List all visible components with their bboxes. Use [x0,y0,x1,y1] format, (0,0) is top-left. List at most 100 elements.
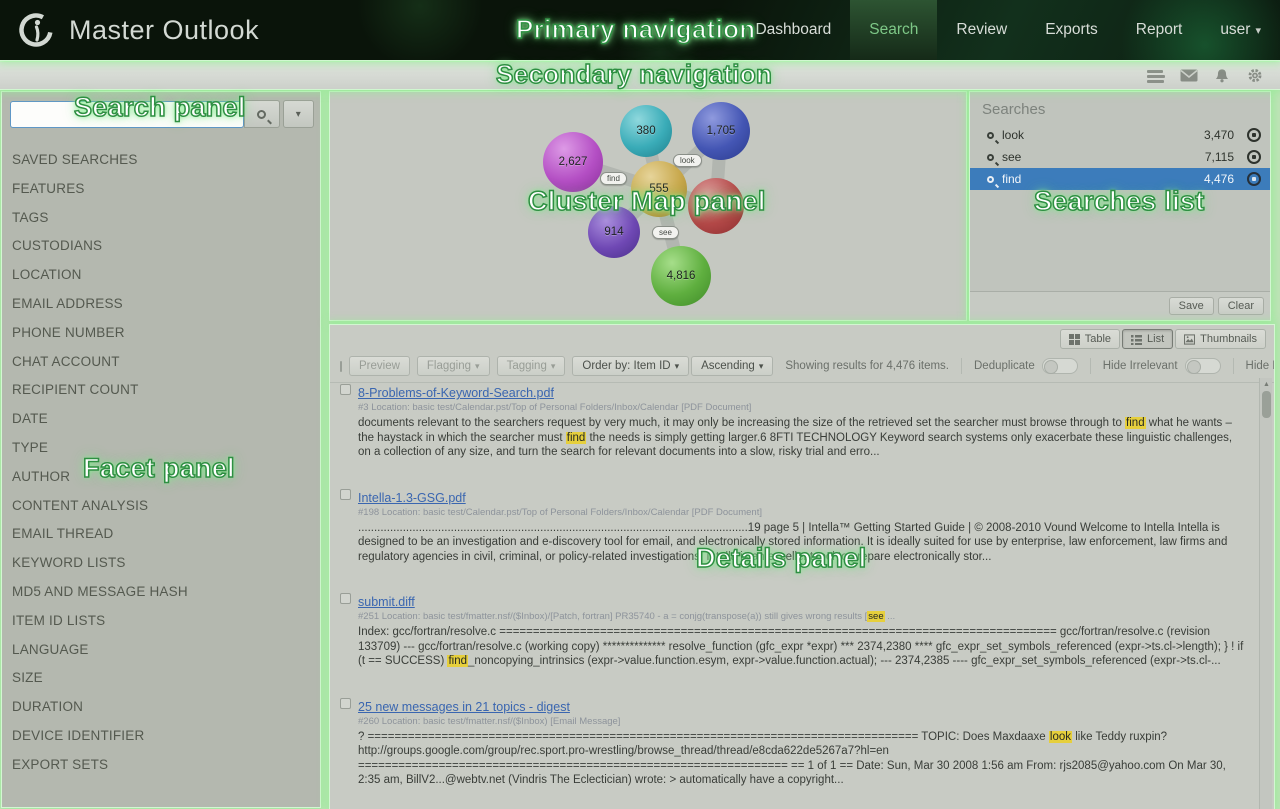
searches-footer: Save Clear [970,291,1270,320]
result-snippet: ? ======================================… [358,730,1245,788]
result-meta: #198 Location: basic test/Calendar.pst/T… [358,507,1245,518]
search-row-find-selected[interactable]: find 4,476 [970,168,1270,190]
result-sets-icon[interactable] [1147,68,1165,83]
cluster-bubble-380[interactable]: 380 [620,105,672,157]
search-icon [987,132,994,139]
result-title-link[interactable]: submit.diff [358,595,415,609]
search-options-dropdown[interactable]: ▾ [283,100,314,128]
hide-irrelevant-toggle[interactable] [1185,358,1221,374]
result-snippet: Index: gcc/fortran/resolve.c ===========… [358,625,1245,669]
app-title: Master Outlook [69,15,259,46]
remove-search-icon[interactable] [1247,128,1261,142]
nav-item-user-menu[interactable]: user ▾ [1201,0,1280,60]
mail-icon[interactable] [1180,68,1198,83]
table-icon [1069,334,1080,345]
tagging-dropdown[interactable]: Tagging▾ [497,356,566,376]
select-all-checkbox[interactable] [340,361,342,372]
facet-panel: SAVED SEARCHES FEATURES TAGS CUSTODIANS … [2,146,320,780]
result-meta: #3 Location: basic test/Calendar.pst/Top… [358,402,1245,413]
bell-icon[interactable] [1213,68,1231,83]
nav-item-search[interactable]: Search [850,0,937,60]
result-checkbox[interactable] [340,384,351,395]
searches-title: Searches [970,92,1270,124]
facet-item-size[interactable]: SIZE [2,664,320,693]
facet-item-keyword-lists[interactable]: KEYWORD LISTS [2,549,320,578]
result-checkbox[interactable] [340,698,351,709]
facet-item-item-id-lists[interactable]: ITEM ID LISTS [2,607,320,636]
search-icon [257,110,266,119]
deduplicate-toggle[interactable] [1042,358,1078,374]
facet-item-language[interactable]: LANGUAGE [2,636,320,665]
sort-direction-dropdown[interactable]: Ascending▾ [691,356,773,376]
hide-non-inclusive-label: Hide Non-Inclusive [1246,360,1274,372]
cluster-bubble-2627[interactable]: 2,627 [543,132,603,192]
facet-item-location[interactable]: LOCATION [2,261,320,290]
chevron-down-icon: ▾ [551,361,556,371]
search-count: 3,470 [1204,128,1234,142]
facet-item-saved-searches[interactable]: SAVED SEARCHES [2,146,320,175]
cluster-bubble-4816[interactable]: 4,816 [651,246,711,306]
hide-irrelevant-control: Hide Irrelevant [1090,358,1233,374]
facet-item-author[interactable]: AUTHOR [2,463,320,492]
search-row-look[interactable]: look 3,470 [970,124,1270,146]
nav-item-exports[interactable]: Exports [1026,0,1117,60]
facet-item-custodians[interactable]: CUSTODIANS [2,232,320,261]
table-view-button[interactable]: Table [1060,329,1120,349]
keyword-highlight: look [1049,731,1072,743]
cluster-bubble-830[interactable]: 830 [688,178,744,234]
thumbnails-view-label: Thumbnails [1200,333,1257,345]
facet-item-phone-number[interactable]: PHONE NUMBER [2,319,320,348]
result-snippet: ........................................… [358,521,1245,565]
scrollbar-thumb[interactable] [1262,391,1271,418]
nav-item-review[interactable]: Review [937,0,1026,60]
facet-item-md5-hash[interactable]: MD5 AND MESSAGE HASH [2,578,320,607]
remove-search-icon[interactable] [1247,172,1261,186]
nav-item-dashboard[interactable]: Dashboard [736,0,850,60]
list-view-button[interactable]: List [1122,329,1173,349]
flagging-dropdown[interactable]: Flagging▾ [417,356,490,376]
search-term: find [1002,172,1021,186]
cluster-bubble-555[interactable]: 555 [631,161,687,217]
result-title-link[interactable]: 8-Problems-of-Keyword-Search.pdf [358,386,554,400]
result-snippet: documents relevant to the searchers requ… [358,416,1245,460]
result-item-1: 8-Problems-of-Keyword-Search.pdf #3 Loca… [340,384,1245,460]
secondary-navigation [0,62,1280,89]
remove-search-icon[interactable] [1247,150,1261,164]
cluster-link-label-see: see [652,226,679,239]
facet-item-type[interactable]: TYPE [2,434,320,463]
gear-icon[interactable] [1246,68,1264,83]
keyword-highlight: find [1125,417,1146,429]
details-panel: Table List Thumbnails Preview Flagging▾ … [330,325,1274,809]
save-button[interactable]: Save [1169,297,1214,315]
search-row-see[interactable]: see 7,115 [970,146,1270,168]
result-title-link[interactable]: 25 new messages in 21 topics - digest [358,700,570,714]
results-scrollbar[interactable]: ▲ [1259,378,1272,809]
clear-button[interactable]: Clear [1218,297,1264,315]
cluster-bubble-914[interactable]: 914 [588,206,640,258]
result-checkbox[interactable] [340,489,351,500]
thumbnails-view-button[interactable]: Thumbnails [1175,329,1266,349]
facet-item-export-sets[interactable]: EXPORT SETS [2,751,320,780]
facet-item-date[interactable]: DATE [2,405,320,434]
search-input[interactable] [10,101,244,128]
facet-item-content-analysis[interactable]: CONTENT ANALYSIS [2,492,320,521]
facet-item-features[interactable]: FEATURES [2,175,320,204]
facet-item-chat-account[interactable]: CHAT ACCOUNT [2,348,320,377]
scroll-up-arrow[interactable]: ▲ [1260,378,1273,390]
result-checkbox[interactable] [340,593,351,604]
search-button[interactable] [244,100,279,128]
cluster-bubble-1705[interactable]: 1,705 [692,102,750,160]
result-item-4: 25 new messages in 21 topics - digest #2… [340,698,1245,788]
cluster-link-label-find: find [600,172,627,185]
facet-item-email-address[interactable]: EMAIL ADDRESS [2,290,320,319]
facet-item-recipient-count[interactable]: RECIPIENT COUNT [2,376,320,405]
nav-item-report[interactable]: Report [1117,0,1202,60]
order-by-dropdown[interactable]: Order by: Item ID▾ [572,356,689,376]
result-title-link[interactable]: Intella-1.3-GSG.pdf [358,491,466,505]
facet-item-tags[interactable]: TAGS [2,204,320,233]
facet-item-email-thread[interactable]: EMAIL THREAD [2,520,320,549]
preview-button[interactable]: Preview [349,356,410,376]
facet-item-device-identifier[interactable]: DEVICE IDENTIFIER [2,722,320,751]
facet-item-duration[interactable]: DURATION [2,693,320,722]
cluster-map-panel: 380 1,705 2,627 555 830 914 4,816 look f… [330,92,966,320]
